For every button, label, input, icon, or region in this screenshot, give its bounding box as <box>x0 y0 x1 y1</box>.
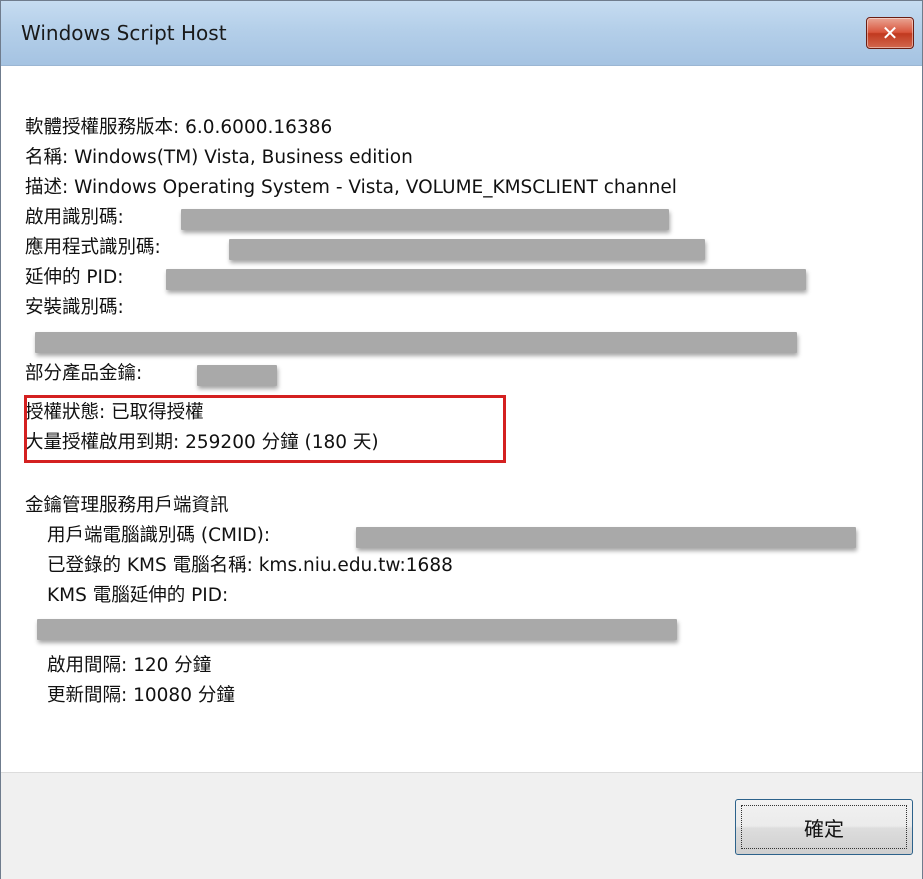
application-id-label: 應用程式識別碼: <box>25 237 161 258</box>
product-name: 名稱: Windows(TM) Vista, Business edition <box>25 147 413 168</box>
application-id-redaction <box>229 239 705 260</box>
kms-extended-pid-redaction <box>37 619 677 640</box>
title-bar[interactable]: Windows Script Host ✕ <box>1 1 922 66</box>
highlight-box <box>24 395 506 463</box>
ok-button[interactable]: 確定 <box>735 799 913 855</box>
message-content: 軟體授權服務版本: 6.0.6000.16386 名稱: Windows(TM)… <box>1 66 922 772</box>
extended-pid-label: 延伸的 PID: <box>25 267 124 288</box>
close-button[interactable]: ✕ <box>866 17 914 49</box>
installation-id-redaction <box>35 332 797 353</box>
window-title: Windows Script Host <box>21 21 227 45</box>
kms-client-info-header: 金鑰管理服務用戶端資訊 <box>25 495 229 516</box>
extended-pid-redaction <box>166 269 806 290</box>
partial-product-key-redaction <box>197 365 277 386</box>
license-service-version: 軟體授權服務版本: 6.0.6000.16386 <box>25 117 333 138</box>
dialog-window: Windows Script Host ✕ 軟體授權服務版本: 6.0.6000… <box>0 0 923 879</box>
product-description: 描述: Windows Operating System - Vista, VO… <box>25 177 677 198</box>
close-icon: ✕ <box>881 21 899 45</box>
client-machine-id-label: 用戶端電腦識別碼 (CMID): <box>47 525 271 546</box>
activation-id-redaction <box>181 209 669 230</box>
activation-id-label: 啟用識別碼: <box>25 207 124 228</box>
client-machine-id-redaction <box>356 527 856 548</box>
kms-extended-pid-label: KMS 電腦延伸的 PID: <box>47 585 229 606</box>
button-bar: 確定 <box>1 772 922 879</box>
activation-interval: 啟用間隔: 120 分鐘 <box>47 655 212 676</box>
registered-kms-machine: 已登錄的 KMS 電腦名稱: kms.niu.edu.tw:1688 <box>47 555 453 576</box>
partial-product-key-label: 部分產品金鑰: <box>25 363 143 384</box>
installation-id-label: 安裝識別碼: <box>25 297 124 318</box>
ok-button-label: 確定 <box>804 816 844 841</box>
renewal-interval: 更新間隔: 10080 分鐘 <box>47 685 235 706</box>
